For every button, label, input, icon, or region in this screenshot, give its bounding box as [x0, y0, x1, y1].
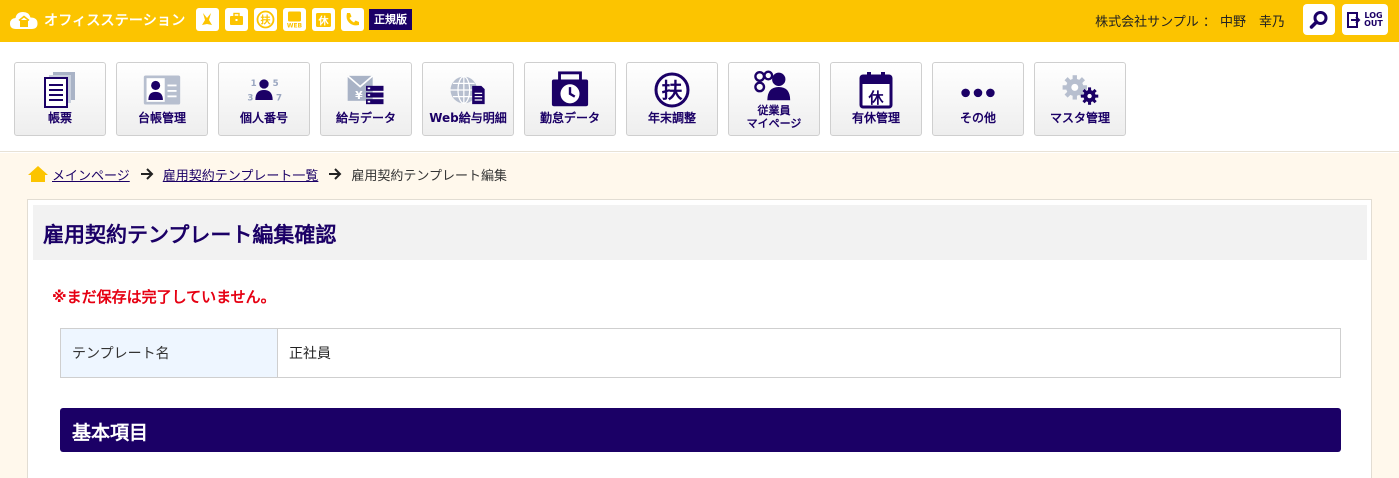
arrow-right-icon [140, 168, 154, 180]
template-name-value: 正社員 [278, 329, 1340, 377]
more-icon [958, 71, 998, 109]
nav-web-payslip[interactable]: Web給与明細 [422, 62, 514, 136]
svg-text:3: 3 [247, 94, 253, 104]
logout-label: LOG OUT [1364, 11, 1383, 28]
company-user-label: 株式会社サンプル ： 中野 幸乃 [1095, 15, 1285, 30]
page-title-bar: 雇用契約テンプレート編集確認 [33, 205, 1367, 260]
breadcrumb-template-list[interactable]: 雇用契約テンプレート一覧 [163, 165, 319, 184]
web-payslip-icon [448, 71, 488, 109]
briefcase-icon[interactable] [225, 8, 248, 31]
master-settings-icon [1060, 71, 1100, 109]
main-panel: 雇用契約テンプレート編集確認 ※まだ保存は完了していません。 テンプレート名 正… [27, 199, 1372, 478]
register-icon [142, 71, 182, 109]
edition-badge: 正規版 [369, 9, 412, 30]
ledger-icon [40, 71, 80, 109]
nav-paid-leave-label: 有休管理 [851, 111, 900, 125]
nav-master-settings-label: マスタ管理 [1049, 111, 1110, 125]
svg-text:扶: 扶 [261, 14, 272, 27]
svg-text:扶: 扶 [662, 79, 683, 103]
web-icon[interactable]: WEB [283, 8, 306, 31]
nav-payroll-data-label: 給与データ [335, 111, 396, 125]
brand[interactable]: オフィスステーション [9, 7, 185, 33]
breadcrumb: メインページ 雇用契約テンプレート一覧 雇用契約テンプレート編集 [27, 164, 507, 184]
nav-master-settings[interactable]: マスタ管理 [1034, 62, 1126, 136]
nav-employee-mypage-label-line2: マイページ [746, 117, 802, 130]
paid-leave-icon: 休 [856, 71, 896, 109]
logout-button[interactable]: LOG OUT [1342, 4, 1388, 35]
nav-more-label: その他 [959, 111, 996, 125]
nav-payroll-data[interactable]: ¥ 給与データ [320, 62, 412, 136]
brand-name: オフィスステーション [44, 13, 186, 29]
phone-icon[interactable] [341, 8, 364, 31]
page-title: 雇用契約テンプレート編集確認 [43, 223, 337, 247]
nav-employee-mypage[interactable]: 従業員 マイページ [728, 62, 820, 136]
nav-more[interactable]: その他 [932, 62, 1024, 136]
search-button[interactable] [1303, 4, 1335, 35]
home-icon[interactable] [27, 165, 49, 183]
logout-icon [1347, 11, 1361, 28]
nav-my-number[interactable]: 1 5 3 7 個人番号 [218, 62, 310, 136]
svg-text:1: 1 [251, 79, 257, 89]
search-icon [1309, 10, 1328, 29]
breadcrumb-main-page[interactable]: メインページ [52, 165, 130, 184]
my-number-icon: 1 5 3 7 [244, 71, 284, 109]
holiday-icon[interactable]: 休 [312, 8, 335, 31]
support-icon[interactable]: 扶 [254, 8, 277, 31]
nav-ledger[interactable]: 帳票 [14, 62, 106, 136]
nav-my-number-label: 個人番号 [239, 111, 288, 125]
nav-year-end-adjustment[interactable]: 扶 年末調整 [626, 62, 718, 136]
year-end-adjustment-icon: 扶 [652, 71, 692, 109]
section-header-basic-items: 基本項目 [60, 408, 1341, 452]
unsaved-warning: ※まだ保存は完了していません。 [52, 288, 276, 306]
labor-icon[interactable] [196, 8, 219, 31]
breadcrumb-current: 雇用契約テンプレート編集 [351, 168, 507, 184]
attendance-icon [550, 71, 590, 109]
svg-text:5: 5 [273, 79, 279, 89]
template-name-label: テンプレート名 [61, 329, 278, 377]
svg-text:¥: ¥ [355, 89, 363, 102]
payroll-data-icon: ¥ [346, 71, 386, 109]
nav-employee-mypage-label: 従業員 マイページ [747, 104, 802, 130]
nav-paid-leave[interactable]: 休 有休管理 [830, 62, 922, 136]
nav-employee-mypage-label-line1: 従業員 [757, 104, 791, 117]
nav-register-label: 台帳管理 [137, 111, 186, 125]
svg-text:休: 休 [867, 89, 884, 107]
nav-attendance-label: 勤怠データ [539, 111, 600, 125]
svg-text:休: 休 [318, 15, 330, 28]
svg-text:WEB: WEB [287, 23, 303, 30]
arrow-right-icon [328, 168, 342, 180]
nav-register[interactable]: 台帳管理 [116, 62, 208, 136]
template-info-table: テンプレート名 正社員 [60, 328, 1341, 378]
employee-mypage-icon [754, 69, 794, 103]
nav-ledger-label: 帳票 [47, 111, 72, 125]
svg-text:7: 7 [276, 94, 282, 104]
nav-year-end-adjustment-label: 年末調整 [647, 111, 696, 125]
main-navigation: 帳票 台帳管理 1 5 3 7 個人番号 ¥ 給与データ Web給与明細 勤怠デ… [0, 42, 1399, 152]
nav-attendance[interactable]: 勤怠データ [524, 62, 616, 136]
logout-label-line2: OUT [1364, 18, 1383, 28]
section-title: 基本項目 [72, 422, 149, 444]
cloud-logo-icon [10, 12, 38, 29]
top-bar: オフィスステーション 扶 WEB 休 正規版 株式会社サンプル ： 中野 幸乃 [0, 0, 1399, 42]
service-shortcuts: 扶 WEB 休 [196, 8, 364, 31]
nav-web-payslip-label: Web給与明細 [429, 111, 507, 125]
